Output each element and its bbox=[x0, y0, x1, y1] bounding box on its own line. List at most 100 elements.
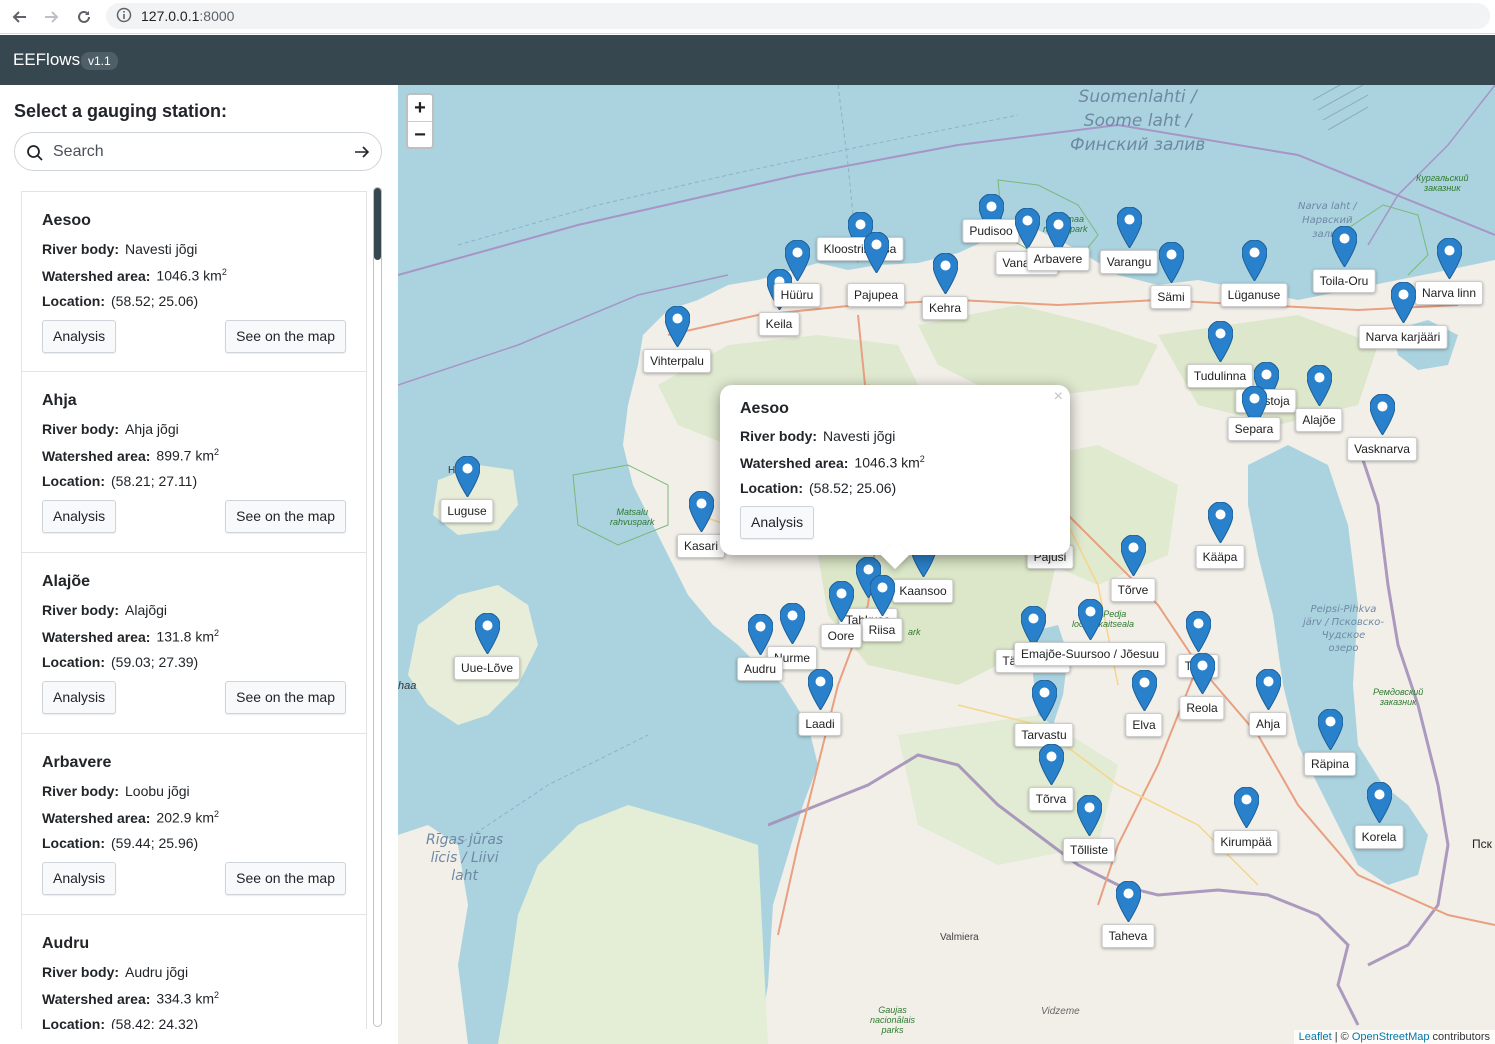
station-marker-label[interactable]: Kirumpää bbox=[1213, 830, 1279, 854]
station-marker-icon[interactable] bbox=[1158, 241, 1185, 284]
analysis-button[interactable]: Analysis bbox=[42, 320, 117, 353]
analysis-button[interactable]: Analysis bbox=[42, 862, 117, 895]
analysis-button[interactable]: Analysis bbox=[42, 681, 117, 714]
station-marker-icon[interactable] bbox=[1366, 781, 1393, 824]
leaflet-link[interactable]: Leaflet bbox=[1299, 1031, 1332, 1043]
reload-icon[interactable] bbox=[72, 5, 96, 29]
station-marker-label[interactable]: Reola bbox=[1179, 696, 1225, 720]
station-marker-label[interactable]: Tõrva bbox=[1028, 787, 1074, 811]
station-marker-label[interactable]: Kloostrimetsa bbox=[816, 237, 904, 261]
station-marker-icon[interactable] bbox=[1014, 207, 1041, 250]
station-marker-label[interactable]: Keila bbox=[758, 312, 800, 336]
station-marker-label[interactable]: Ahja bbox=[1248, 712, 1288, 736]
station-marker-label[interactable]: Elva bbox=[1125, 713, 1163, 737]
popup-close-button[interactable]: × bbox=[1054, 388, 1063, 406]
station-marker-icon[interactable] bbox=[932, 252, 959, 295]
popup-analysis-button[interactable]: Analysis bbox=[740, 506, 815, 539]
arrow-right-icon[interactable] bbox=[353, 143, 371, 166]
station-marker-label[interactable]: Korela bbox=[1354, 825, 1404, 849]
map[interactable]: Suomenlahti / Soome laht / Финский залив… bbox=[398, 85, 1495, 1044]
station-marker-label[interactable]: Kasari bbox=[676, 534, 726, 558]
station-marker-label[interactable]: Lüganuse bbox=[1220, 283, 1288, 307]
station-marker-icon[interactable] bbox=[1038, 743, 1065, 786]
forward-icon[interactable] bbox=[40, 5, 64, 29]
search-input[interactable] bbox=[53, 140, 333, 164]
station-marker-icon[interactable] bbox=[1076, 794, 1103, 837]
station-marker-icon[interactable] bbox=[474, 612, 501, 655]
station-marker-label[interactable]: Pajupea bbox=[846, 283, 906, 307]
station-marker-icon[interactable] bbox=[1131, 669, 1158, 712]
station-marker-label[interactable]: Arbavere bbox=[1026, 247, 1090, 271]
search-box[interactable] bbox=[14, 132, 382, 171]
station-marker-label[interactable]: Riisa bbox=[861, 618, 903, 642]
station-marker-label[interactable]: Räpina bbox=[1303, 752, 1357, 776]
station-marker-icon[interactable] bbox=[1207, 501, 1234, 544]
station-marker-icon[interactable] bbox=[1331, 225, 1358, 268]
station-marker-icon[interactable] bbox=[807, 668, 834, 711]
station-marker-label[interactable]: Pudisoo bbox=[962, 219, 1020, 243]
station-marker-label[interactable]: Kääpa bbox=[1195, 545, 1245, 569]
station-marker-label[interactable]: Emajõe-Suursoo / Jõesuu bbox=[1013, 642, 1167, 666]
station-marker-label[interactable]: Taheva bbox=[1101, 924, 1155, 948]
osm-link[interactable]: OpenStreetMap bbox=[1352, 1031, 1430, 1043]
brand-title[interactable]: EEFlows bbox=[13, 50, 80, 70]
station-marker-icon[interactable] bbox=[1233, 786, 1260, 829]
station-marker-icon[interactable] bbox=[1306, 364, 1333, 407]
station-marker-icon[interactable] bbox=[1255, 668, 1282, 711]
station-marker-icon[interactable] bbox=[1369, 393, 1396, 436]
station-marker-icon[interactable] bbox=[1189, 652, 1216, 695]
station-marker-label[interactable]: Narva linn bbox=[1414, 281, 1484, 305]
zoom-out-button[interactable]: − bbox=[408, 121, 432, 147]
address-bar[interactable]: 127.0.0.1:8000 bbox=[106, 3, 1490, 29]
station-marker-label[interactable]: Vihterpalu bbox=[643, 349, 711, 373]
station-marker-icon[interactable] bbox=[1020, 605, 1047, 648]
see-on-map-button[interactable]: See on the map bbox=[225, 681, 346, 714]
station-marker-label[interactable]: Toila-Oru bbox=[1312, 269, 1376, 293]
station-marker-icon[interactable] bbox=[869, 574, 896, 617]
station-marker-icon[interactable] bbox=[1120, 534, 1147, 577]
station-marker-icon[interactable] bbox=[779, 602, 806, 645]
station-marker-label[interactable]: Kehra bbox=[921, 296, 969, 320]
see-on-map-button[interactable]: See on the map bbox=[225, 500, 346, 533]
station-marker-label[interactable]: Hüüru bbox=[773, 283, 821, 307]
station-marker-icon[interactable] bbox=[828, 580, 855, 623]
station-marker-icon[interactable] bbox=[1390, 281, 1417, 324]
analysis-button[interactable]: Analysis bbox=[42, 500, 117, 533]
station-marker-icon[interactable] bbox=[1436, 237, 1463, 280]
station-marker-label[interactable]: Tõlliste bbox=[1062, 838, 1116, 862]
station-marker-label[interactable]: Vasknarva bbox=[1347, 437, 1417, 461]
see-on-map-button[interactable]: See on the map bbox=[225, 320, 346, 353]
station-marker-icon[interactable] bbox=[1207, 320, 1234, 363]
station-marker-icon[interactable] bbox=[863, 231, 890, 274]
station-marker-icon[interactable] bbox=[747, 613, 774, 656]
station-marker-icon[interactable] bbox=[1115, 880, 1142, 923]
station-marker-label[interactable]: Uue-Lõve bbox=[453, 656, 521, 680]
station-marker-label[interactable]: Audru bbox=[736, 657, 784, 681]
station-marker-icon[interactable] bbox=[1241, 239, 1268, 282]
station-marker-label[interactable]: Oore bbox=[820, 624, 862, 648]
station-marker-label[interactable]: Alajõe bbox=[1295, 408, 1343, 432]
station-marker-label[interactable]: Tudulinna bbox=[1186, 364, 1254, 388]
station-marker-label[interactable]: Narva karjääri bbox=[1358, 325, 1448, 349]
list-scrollbar-thumb[interactable] bbox=[374, 188, 381, 260]
station-marker-label[interactable]: Tõrve bbox=[1110, 578, 1156, 602]
station-marker-label[interactable]: Varangu bbox=[1099, 250, 1159, 274]
station-marker-icon[interactable] bbox=[1317, 708, 1344, 751]
zoom-in-button[interactable]: + bbox=[408, 95, 432, 121]
station-marker-label[interactable]: Laadi bbox=[798, 712, 842, 736]
station-marker-label[interactable]: Separa bbox=[1227, 417, 1281, 441]
station-marker-icon[interactable] bbox=[454, 455, 481, 498]
station-marker-icon[interactable] bbox=[664, 305, 691, 348]
list-scrollbar[interactable] bbox=[373, 187, 382, 1027]
info-icon[interactable] bbox=[116, 7, 132, 28]
station-marker-label[interactable]: Luguse bbox=[440, 499, 494, 523]
station-marker-icon[interactable] bbox=[1185, 610, 1212, 653]
station-marker-icon[interactable] bbox=[688, 490, 715, 533]
station-marker-icon[interactable] bbox=[1031, 679, 1058, 722]
see-on-map-button[interactable]: See on the map bbox=[225, 862, 346, 895]
back-icon[interactable] bbox=[7, 5, 31, 29]
station-marker-icon[interactable] bbox=[1077, 598, 1104, 641]
station-marker-icon[interactable] bbox=[784, 239, 811, 282]
station-marker-icon[interactable] bbox=[1116, 206, 1143, 249]
station-marker-label[interactable]: Sämi bbox=[1150, 285, 1192, 309]
